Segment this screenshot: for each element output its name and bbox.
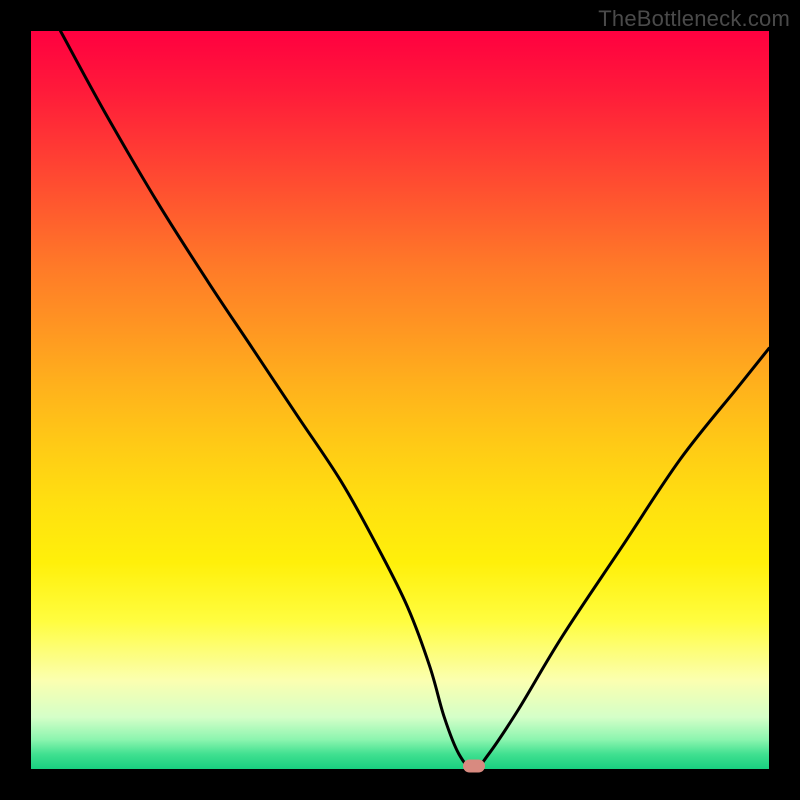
plot-area — [31, 31, 769, 769]
watermark-text: TheBottleneck.com — [598, 6, 790, 32]
optimum-marker — [463, 760, 485, 773]
bottleneck-curve — [31, 31, 769, 769]
chart-frame: TheBottleneck.com — [0, 0, 800, 800]
